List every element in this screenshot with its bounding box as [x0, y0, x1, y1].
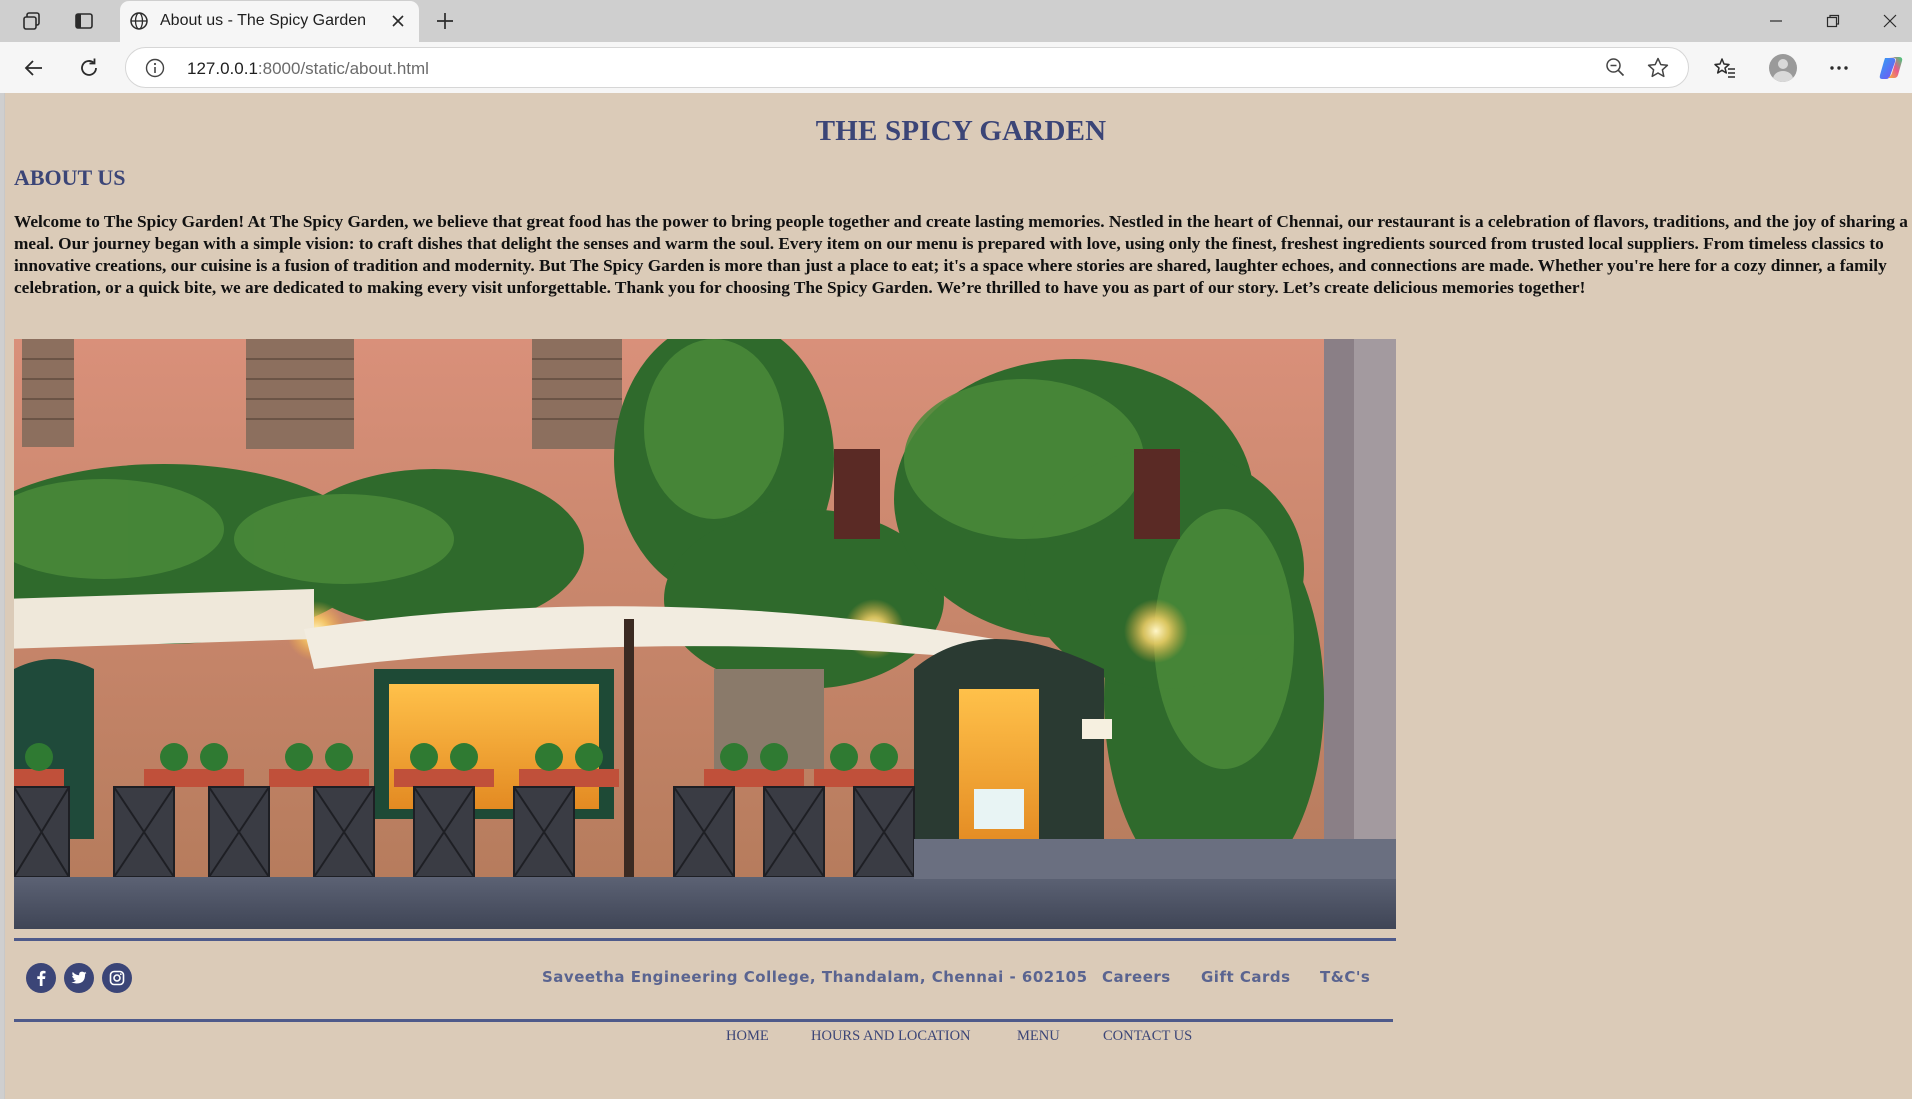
about-heading: ABOUT US [14, 165, 126, 190]
browser-toolbar: 127.0.0.1:8000/static/about.html [0, 42, 1912, 93]
page-viewport: THE SPICY GARDEN ABOUT US Welcome to The… [4, 93, 1912, 1099]
instagram-icon[interactable] [102, 963, 132, 993]
globe-icon [129, 11, 149, 36]
refresh-icon[interactable] [73, 52, 105, 84]
browser-tab-bar: About us - The Spicy Garden [0, 0, 1912, 42]
about-paragraph: Welcome to The Spicy Garden! At The Spic… [14, 212, 1908, 297]
back-icon[interactable] [18, 52, 50, 84]
nav-link-hours-location[interactable]: HOURS AND LOCATION [811, 1028, 971, 1045]
footer-link-terms[interactable]: T&C's [1320, 968, 1370, 986]
minimize-icon[interactable] [1756, 6, 1796, 36]
nav-link-menu[interactable]: MENU [1017, 1028, 1060, 1045]
site-title: THE SPICY GARDEN [815, 115, 1107, 147]
info-icon[interactable] [144, 57, 166, 84]
nav-link-home[interactable]: HOME [726, 1028, 769, 1045]
footer-address: Saveetha Engineering College, Thandalam,… [542, 968, 1088, 986]
url-text[interactable]: 127.0.0.1:8000/static/about.html [187, 59, 429, 79]
url-path: :8000/static/about.html [257, 59, 429, 78]
footer-link-gift-cards[interactable]: Gift Cards [1201, 968, 1291, 986]
address-bar[interactable]: 127.0.0.1:8000/static/about.html [125, 47, 1689, 88]
nav-link-contact[interactable]: CONTACT US [1103, 1028, 1192, 1045]
facebook-icon[interactable] [26, 963, 56, 993]
twitter-icon[interactable] [64, 963, 94, 993]
active-tab[interactable]: About us - The Spicy Garden [120, 1, 419, 42]
url-host: 127.0.0.1 [187, 59, 258, 78]
workspaces-icon[interactable] [18, 8, 46, 34]
close-icon[interactable] [387, 10, 409, 32]
favorites-icon[interactable] [1708, 51, 1742, 85]
plus-icon[interactable] [430, 8, 460, 34]
window-close-icon[interactable] [1870, 6, 1910, 36]
tab-actions-icon[interactable] [70, 8, 98, 34]
profile-icon[interactable] [1766, 51, 1800, 85]
avatar [1769, 54, 1797, 82]
footer-divider-bottom [14, 1019, 1393, 1022]
restore-icon[interactable] [1813, 6, 1853, 36]
footer-link-careers[interactable]: Careers [1102, 968, 1171, 986]
restaurant-photo [14, 339, 1396, 929]
copilot-icon[interactable] [1874, 51, 1908, 85]
star-icon[interactable] [1646, 56, 1670, 85]
tab-title: About us - The Spicy Garden [160, 12, 367, 29]
zoom-out-icon[interactable] [1604, 56, 1626, 83]
footer-divider-top [14, 938, 1396, 941]
more-icon[interactable] [1822, 51, 1856, 85]
